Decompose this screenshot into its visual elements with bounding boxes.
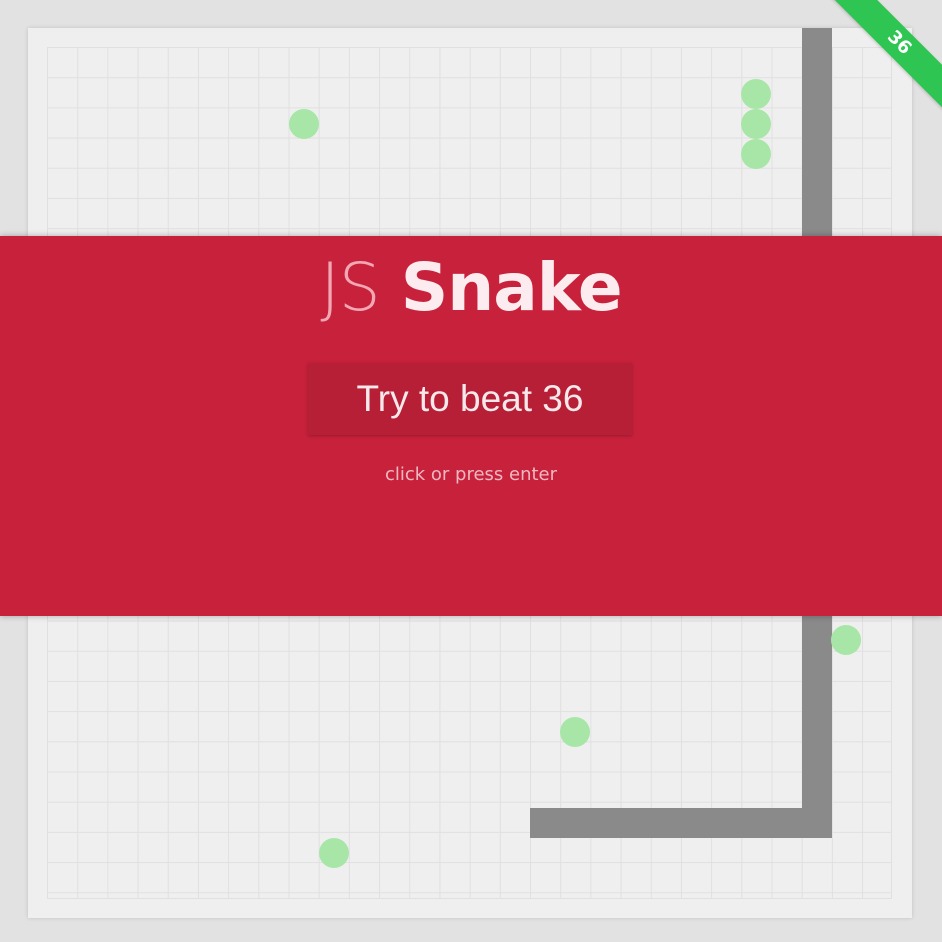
food-dot-icon xyxy=(831,625,861,655)
start-hint: click or press enter xyxy=(384,464,558,485)
title-snake: Snake xyxy=(400,249,623,326)
high-score-ribbon: 36 xyxy=(812,0,942,130)
title-js: JS xyxy=(320,249,380,326)
food-dot-icon xyxy=(319,838,349,868)
high-score-value: 36 xyxy=(821,0,942,121)
food-dot-icon xyxy=(741,139,771,169)
snake-segment xyxy=(530,808,832,838)
play-button[interactable]: Try to beat 36 xyxy=(308,363,632,435)
food-dot-icon xyxy=(741,79,771,109)
food-dot-icon xyxy=(741,109,771,139)
game-title: JS Snake xyxy=(0,250,942,326)
snake-segment xyxy=(802,616,832,838)
food-dot-icon xyxy=(560,717,590,747)
food-dot-icon xyxy=(289,109,319,139)
start-overlay: JS Snake Try to beat 36 click or press e… xyxy=(0,236,942,616)
